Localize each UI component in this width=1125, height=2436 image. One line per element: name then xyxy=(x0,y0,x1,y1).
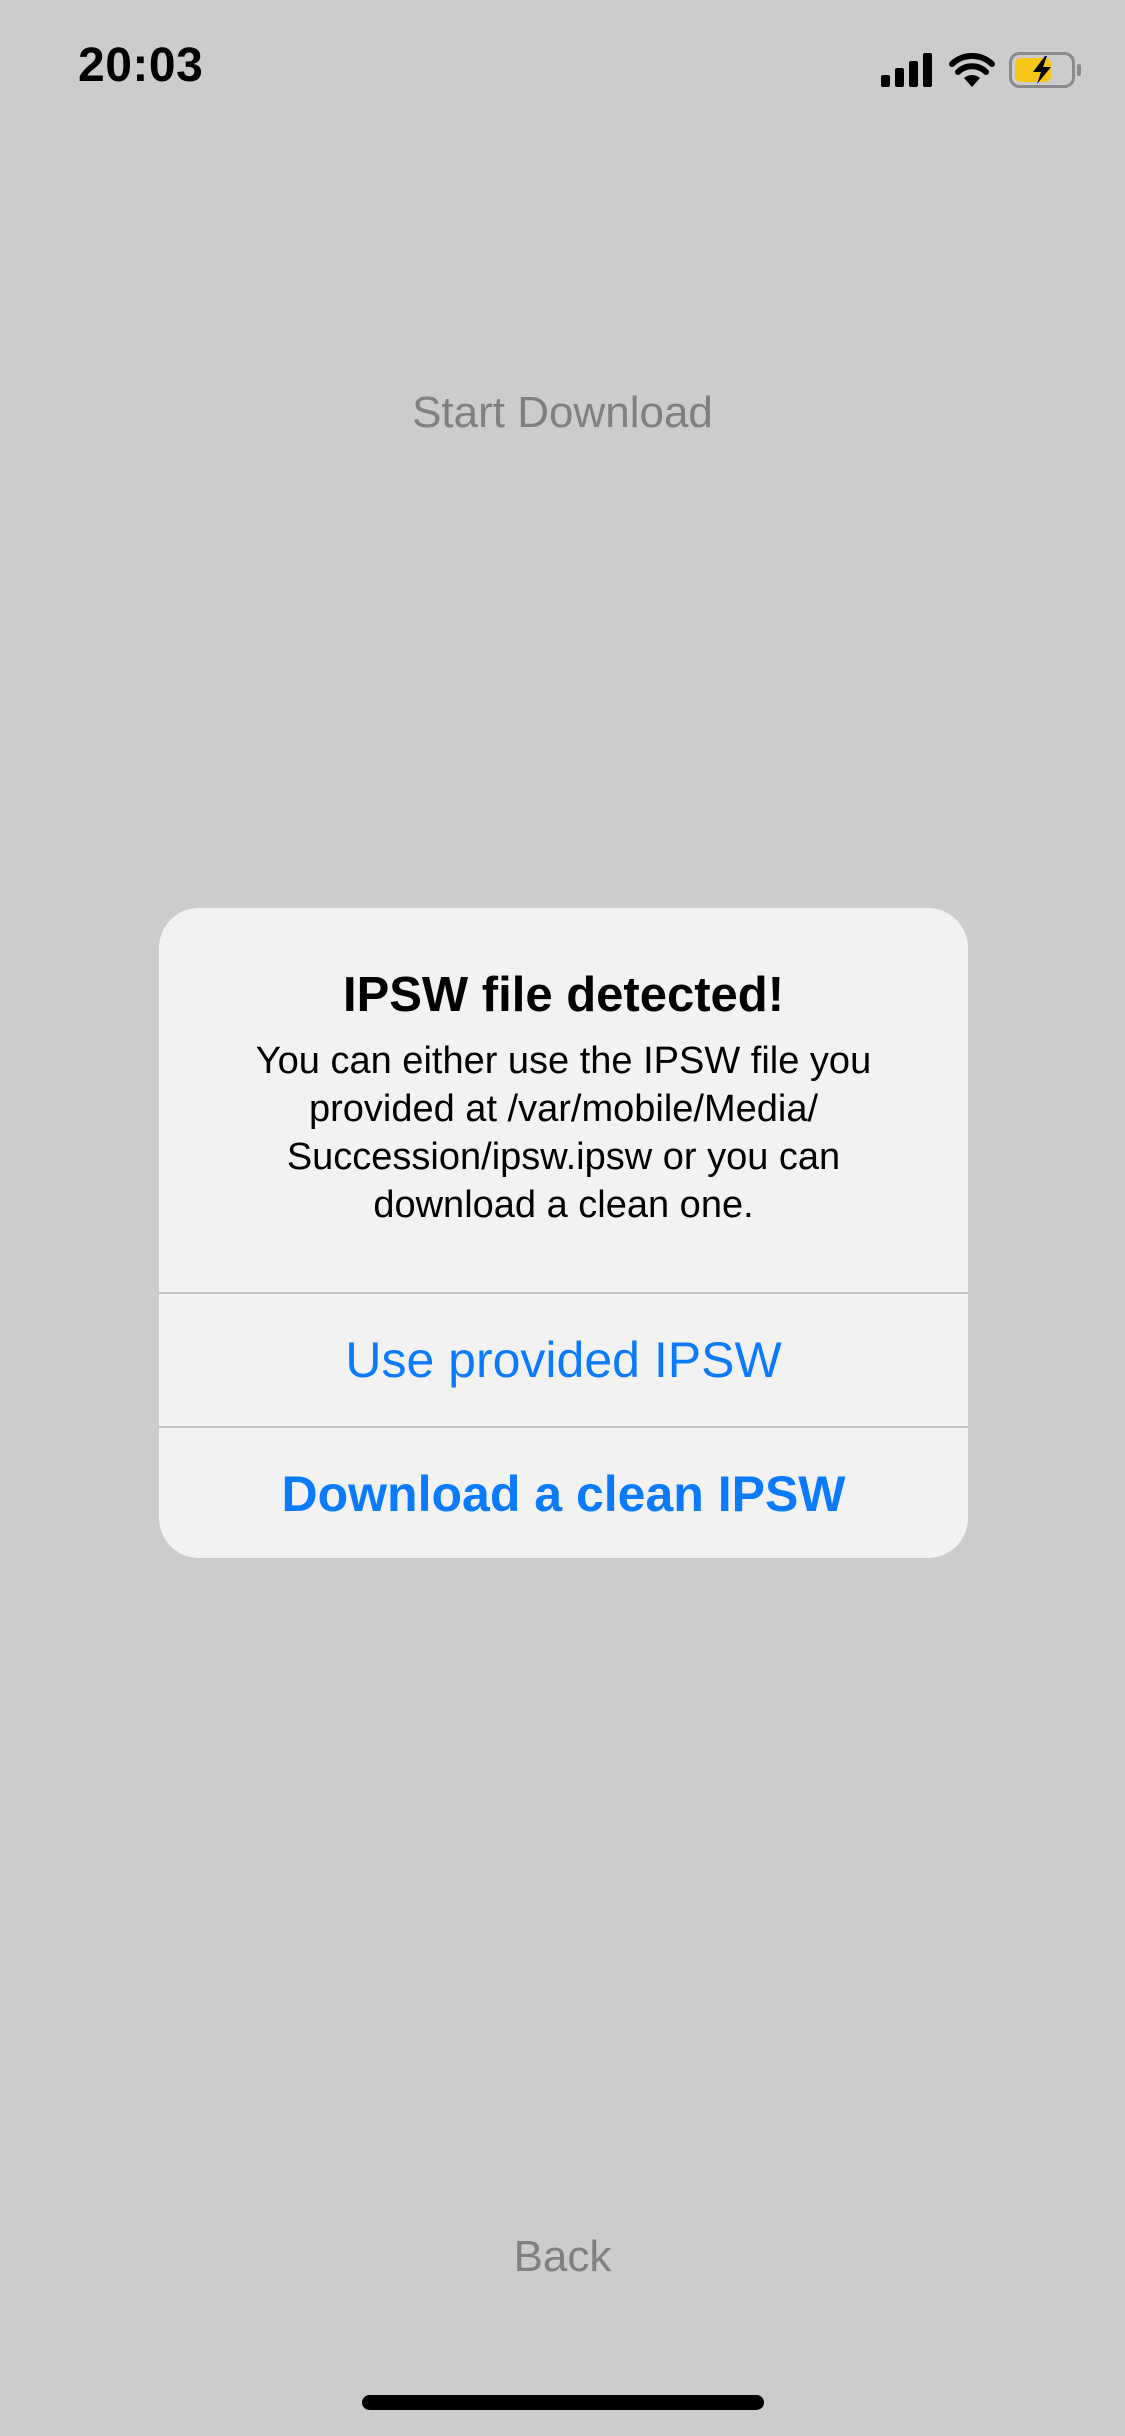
status-icons xyxy=(881,48,1083,92)
wifi-icon xyxy=(949,53,995,87)
alert-title: IPSW file detected! xyxy=(342,968,785,1022)
status-time: 20:03 xyxy=(78,39,204,92)
back-button[interactable]: Back xyxy=(0,2232,1125,2282)
alert-content: IPSW file detected! You can either use t… xyxy=(159,908,968,1292)
alert-message: You can either use the IPSW file you pro… xyxy=(215,1037,912,1229)
home-indicator[interactable] xyxy=(362,2395,764,2410)
use-provided-ipsw-button[interactable]: Use provided IPSW xyxy=(159,1294,968,1426)
download-clean-ipsw-button[interactable]: Download a clean IPSW xyxy=(159,1428,968,1558)
alert-message-line: download a clean one. xyxy=(373,1183,754,1226)
alert-message-line: Succession/ipsw.ipsw or you can xyxy=(286,1135,841,1178)
alert-dialog: IPSW file detected! You can either use t… xyxy=(159,908,968,1558)
status-bar: 20:03 xyxy=(0,0,1125,140)
battery-charging-icon xyxy=(1009,52,1081,88)
cellular-signal-icon xyxy=(881,53,932,87)
start-download-button[interactable]: Start Download xyxy=(0,388,1125,438)
alert-message-line: You can either use the IPSW file you xyxy=(255,1039,872,1082)
alert-message-line: provided at /var/mobile/Media/ xyxy=(308,1087,819,1130)
